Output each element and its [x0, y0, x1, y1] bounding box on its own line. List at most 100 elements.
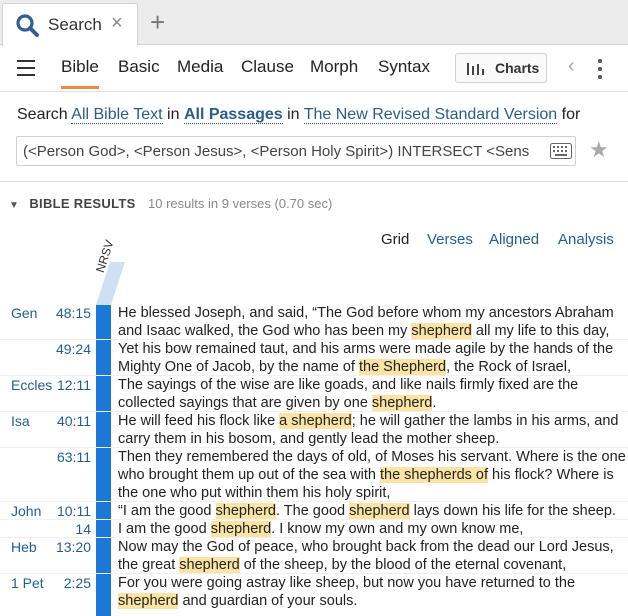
- verse-text: He blessed Joseph, and said, “The God be…: [118, 304, 628, 340]
- verse-text: The sayings of the wise are like goads, …: [118, 376, 628, 412]
- plus-icon[interactable]: +: [150, 9, 165, 35]
- verse-text-segment: He blessed Joseph, and said, “The God be…: [118, 305, 614, 321]
- tab-syntax[interactable]: Syntax: [378, 57, 430, 77]
- view-grid[interactable]: Grid: [381, 231, 409, 248]
- result-row[interactable]: Gen 48:15 He blessed Joseph, and said, “Th…: [0, 304, 628, 340]
- verse-reference-link[interactable]: 48:15: [56, 305, 91, 321]
- book-link[interactable]: 1 Pet: [11, 575, 44, 591]
- verse-text-segment: his flock? Where is: [488, 467, 614, 483]
- search-icon: [15, 13, 39, 42]
- version-link[interactable]: The New Revised Standard Version: [303, 106, 558, 124]
- search-toolbar: Bible Basic Media Clause Morph Syntax Ch…: [0, 45, 628, 92]
- verse-reference-link[interactable]: 13:20: [56, 539, 91, 555]
- verse-text: For you were going astray like sheep, bu…: [118, 574, 628, 610]
- view-analysis[interactable]: Analysis: [558, 231, 614, 248]
- in-label: in: [167, 106, 180, 123]
- more-options-icon[interactable]: [598, 59, 602, 83]
- search-input[interactable]: [21, 140, 545, 162]
- verse-text-segment: Mighty One of Jacob, by the name of: [118, 359, 359, 375]
- result-row[interactable]: Eccles 12:11 The sayings of the wise are l…: [0, 376, 628, 412]
- row-separator: [0, 573, 628, 574]
- search-hit-highlight: shepherd: [210, 521, 272, 537]
- results-header[interactable]: ▼ BIBLE RESULTS 10 results in 9 verses (…: [9, 195, 332, 213]
- verse-reference-link[interactable]: 2:25: [64, 575, 91, 591]
- verse-text-segment: the one who put within them his holy spi…: [118, 485, 391, 501]
- close-icon[interactable]: ×: [111, 13, 123, 33]
- result-row[interactable]: Isa 40:11 He will feed his flock like a sh…: [0, 412, 628, 448]
- row-separator: [0, 411, 628, 412]
- row-separator: [0, 501, 628, 502]
- result-row[interactable]: John 10:11 “I am the good shepherd. The go…: [0, 502, 628, 520]
- row-separator: [0, 375, 628, 376]
- search-hit-highlight: shepherd: [349, 503, 410, 519]
- query-box: [16, 136, 576, 166]
- charts-button[interactable]: Charts: [455, 53, 547, 83]
- bar-chart-icon: [467, 61, 485, 80]
- book-link[interactable]: Isa: [11, 413, 30, 429]
- verse-reference-link[interactable]: 10:11: [57, 503, 91, 519]
- verse-text-segment: the great: [118, 557, 180, 573]
- verse-text: He will feed his flock like a shepherd; …: [118, 412, 628, 448]
- view-verses[interactable]: Verses: [427, 231, 473, 248]
- tab-bible[interactable]: Bible: [61, 57, 99, 89]
- tab-media[interactable]: Media: [177, 57, 223, 77]
- verse-reference-link[interactable]: 14: [75, 521, 91, 537]
- search-hit-highlight: the Shepherd: [359, 359, 447, 375]
- collapse-triangle-icon[interactable]: ▼: [9, 200, 19, 211]
- result-row[interactable]: Heb 13:20 Now may the God of peace, who br…: [0, 538, 628, 574]
- charts-label: Charts: [495, 60, 540, 76]
- verse-reference-link[interactable]: 63:11: [57, 449, 91, 465]
- verse-text-segment: Yet his bow remained taut, and his arms …: [118, 341, 614, 357]
- verse-text-segment: carry them in his bosom, and gently lead…: [118, 431, 500, 447]
- verse-text-segment: and guardian of your souls.: [178, 593, 358, 609]
- verse-text-segment: all my life to this day,: [471, 323, 610, 339]
- search-prefix: Search: [17, 106, 68, 123]
- verse-reference-link[interactable]: 49:24: [56, 341, 91, 357]
- chevron-left-icon[interactable]: ‹: [568, 55, 575, 78]
- search-hit-highlight: a shepherd: [279, 413, 352, 429]
- book-link[interactable]: John: [11, 503, 41, 519]
- book-link[interactable]: Gen: [11, 305, 37, 321]
- verse-reference-link[interactable]: 12:11: [57, 377, 91, 393]
- verse-text-segment: .: [432, 395, 437, 411]
- search-suffix: for: [561, 106, 581, 123]
- verse-text-segment: Then they remembered the days of old, of…: [118, 449, 626, 465]
- scope-link[interactable]: All Bible Text: [71, 106, 163, 124]
- book-link[interactable]: Eccles: [11, 377, 52, 393]
- tab-search[interactable]: Search ×: [2, 3, 138, 46]
- hamburger-menu-icon[interactable]: [17, 60, 35, 76]
- result-row[interactable]: 1 Pet 2:25 For you were going astray like …: [0, 574, 628, 610]
- verse-text-segment: “I am the good: [118, 503, 216, 519]
- book-link[interactable]: Heb: [11, 539, 37, 555]
- tab-clause[interactable]: Clause: [241, 57, 294, 77]
- search-hit-highlight: the shepherds of: [379, 467, 489, 483]
- favorite-star-icon[interactable]: ★: [589, 137, 609, 163]
- tab-morph[interactable]: Morph: [310, 57, 358, 77]
- result-row[interactable]: 14 I am the good shepherd. I know my own …: [0, 520, 628, 538]
- row-separator: [0, 447, 628, 448]
- row-separator: [0, 537, 628, 538]
- verse-text-segment: , the Rock of Israel,: [446, 359, 571, 375]
- verse-text: Now may the God of peace, who brought ba…: [118, 538, 628, 574]
- verse-text-segment: and Isaac walked, the God who has been m…: [118, 323, 412, 339]
- verse-text: Yet his bow remained taut, and his arms …: [118, 340, 628, 376]
- search-hit-highlight: shepherd: [411, 323, 472, 339]
- verse-text-segment: ; he will gather the lambs in his arms, …: [351, 413, 619, 429]
- result-row[interactable]: 49:24 Yet his bow remained taut, and his …: [0, 340, 628, 376]
- results-stats: 10 results in 9 verses (0.70 sec): [148, 196, 333, 211]
- verse-text-segment: lays down his life for the sheep.: [409, 503, 616, 519]
- tab-title: Search: [48, 15, 102, 34]
- search-scope-line: Search All Bible Text in All Passages in…: [17, 106, 580, 124]
- view-aligned[interactable]: Aligned: [489, 231, 539, 248]
- row-separator: [0, 519, 628, 520]
- verse-text-segment: For you were going astray like sheep, bu…: [118, 575, 576, 591]
- tab-basic[interactable]: Basic: [118, 57, 160, 77]
- verse-text-segment: Now may the God of peace, who brought ba…: [118, 539, 614, 555]
- verse-text-segment: who brought them up out of the sea with: [118, 467, 380, 483]
- search-hit-highlight: shepherd: [371, 395, 433, 411]
- passages-link[interactable]: All Passages: [183, 106, 283, 124]
- result-row[interactable]: 63:11 Then they remembered the days of ol…: [0, 448, 628, 502]
- verse-text-segment: . The good: [276, 503, 350, 519]
- keyboard-icon[interactable]: [550, 143, 572, 164]
- verse-reference-link[interactable]: 40:11: [57, 413, 91, 429]
